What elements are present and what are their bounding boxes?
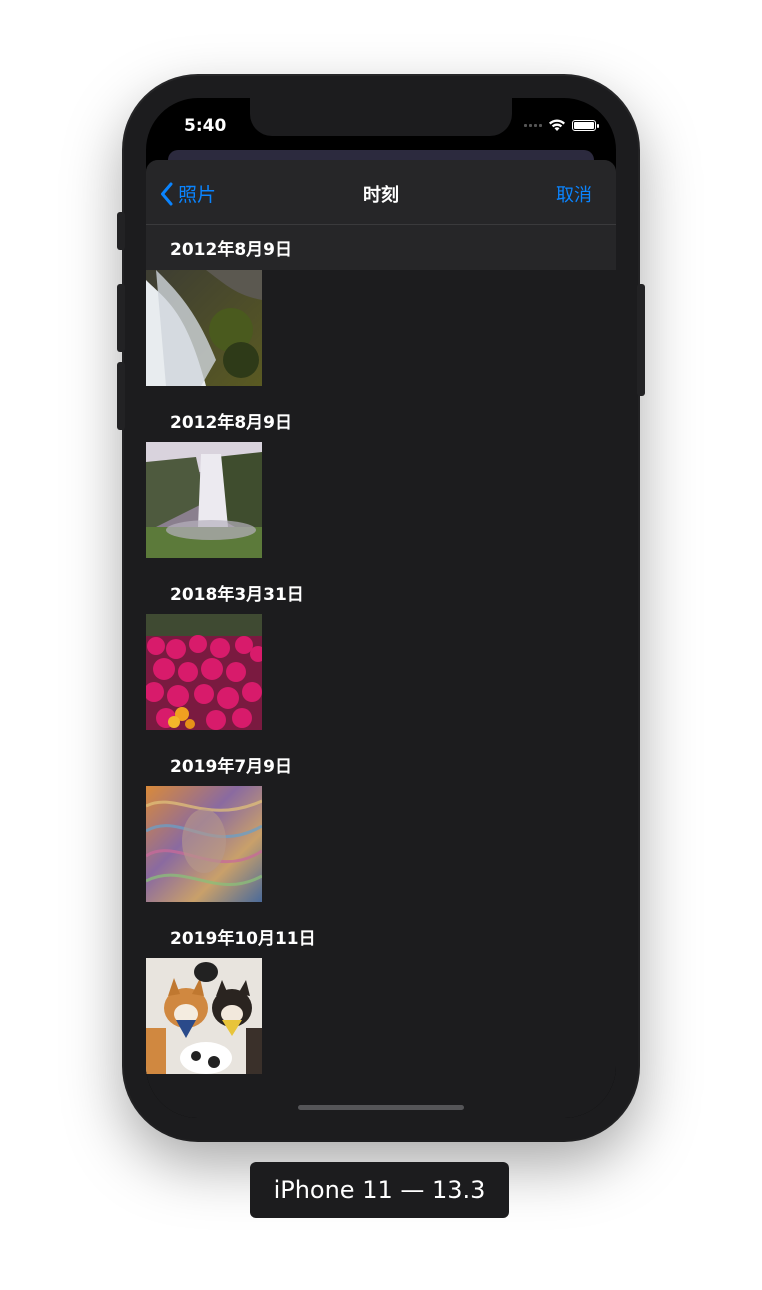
notch: [250, 98, 512, 136]
screen: 5:40 照片 时刻 取消 2012年8月9日 2012年8月9日 2018年3…: [146, 98, 616, 1118]
photo-thumbnail-waterfall-cliff[interactable]: [146, 442, 262, 558]
device-caption: iPhone 11 — 13.3: [250, 1162, 509, 1218]
section-date-header: 2012年8月9日: [146, 225, 616, 270]
moment-section: 2019年7月9日: [146, 742, 616, 902]
home-indicator: [298, 1105, 464, 1110]
section-date-header: 2012年8月9日: [170, 412, 292, 433]
volume-down-button: [117, 362, 125, 430]
wifi-icon: [549, 119, 565, 131]
photo-thumbnail-pink-flowers[interactable]: [146, 614, 262, 730]
cellular-signal-icon: [524, 123, 542, 127]
power-button: [637, 284, 645, 396]
moments-list: 2012年8月9日 2012年8月9日 2018年3月31日 2019年7月9日…: [146, 225, 616, 1074]
photo-thumbnail-colorful-swirl[interactable]: [146, 786, 262, 902]
photo-thumbnail-waterfall-rocks[interactable]: [146, 270, 262, 386]
moment-section: 2019年10月11日: [146, 914, 616, 1074]
moments-sheet: 照片 时刻 取消 2012年8月9日 2012年8月9日 2018年3月31日 …: [146, 160, 616, 1118]
status-time: 5:40: [184, 116, 227, 136]
cancel-button[interactable]: 取消: [556, 181, 592, 207]
navigation-bar: 照片 时刻 取消: [146, 160, 616, 225]
status-icons: [524, 118, 599, 132]
battery-icon: [572, 119, 599, 131]
moment-section: 2012年8月9日: [146, 398, 616, 558]
photo-thumbnail-corgi-dogs[interactable]: [146, 958, 262, 1074]
silent-switch: [117, 212, 125, 250]
moment-section: 2018年3月31日: [146, 570, 616, 730]
section-date-header: 2019年7月9日: [170, 756, 292, 777]
volume-up-button: [117, 284, 125, 352]
section-date-header: 2019年10月11日: [170, 928, 316, 949]
section-date-header: 2018年3月31日: [170, 584, 304, 605]
moment-section: 2012年8月9日: [146, 225, 616, 386]
nav-title: 时刻: [363, 185, 399, 206]
